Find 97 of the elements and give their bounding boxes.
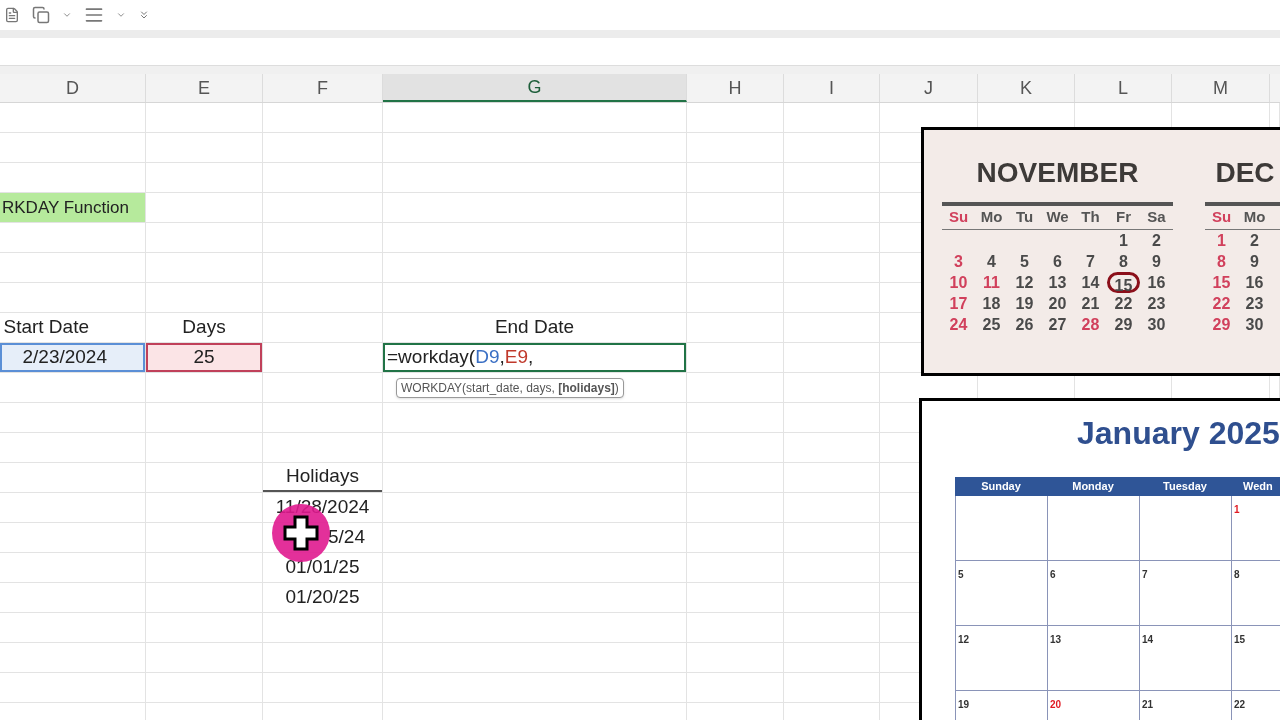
calendar-day: 20 xyxy=(1050,699,1062,710)
calendar-day: 23 xyxy=(1238,292,1271,314)
calendar-day: 15 xyxy=(1234,634,1246,645)
column-header[interactable]: G xyxy=(383,74,687,102)
calendar-day: 27 xyxy=(1041,313,1074,335)
weekday-label: Mo xyxy=(1242,207,1267,227)
date-cell-text: 01/20/25 xyxy=(284,585,361,610)
function-tooltip: WORKDAY(start_date, days, [holidays]) xyxy=(396,378,624,398)
calendar-day: 19 xyxy=(958,699,970,710)
days-cell[interactable]: 25 xyxy=(146,343,262,372)
caret-icon[interactable] xyxy=(116,10,126,20)
calendar-day: 28 xyxy=(1074,313,1107,335)
calendar-day: 12 xyxy=(1008,271,1041,293)
calendar-day: 1 xyxy=(1234,504,1240,515)
column-header[interactable]: D xyxy=(0,74,146,102)
calendar-day: 26 xyxy=(1008,313,1041,335)
weekday-label: We xyxy=(1045,207,1070,227)
calendar-day: 1 xyxy=(1107,229,1140,251)
document-icon[interactable] xyxy=(4,7,20,23)
calendar-day: 9 xyxy=(1238,250,1271,272)
formula-cell[interactable]: =workday(D9,E9, xyxy=(383,343,686,372)
calendar-day: 13 xyxy=(1050,634,1062,645)
calendar-day: 11 xyxy=(975,271,1008,293)
more-icon[interactable] xyxy=(138,9,150,21)
header-text: Days xyxy=(181,315,227,340)
calendar-day: 14 xyxy=(1142,634,1154,645)
calendar-day: 13 xyxy=(1041,271,1074,293)
calendar-day: 29 xyxy=(1205,313,1238,335)
header-text: End Date xyxy=(493,315,576,340)
calendar-day: 14 xyxy=(1074,271,1107,293)
date-cell-text: 11/28/2024 xyxy=(274,495,371,520)
date-cell-text: 5/24 xyxy=(327,525,366,550)
calendar-day: 3 xyxy=(942,250,975,272)
holidays-header: Holidays xyxy=(263,463,382,492)
align-icon[interactable] xyxy=(84,5,104,25)
calendar-day: 23 xyxy=(1140,292,1173,314)
weekday-label: Fr xyxy=(1115,207,1132,227)
title-label: RKDAY Function xyxy=(0,193,145,222)
calendar-day: 15 xyxy=(1205,271,1238,293)
calendar-day: 4 xyxy=(975,250,1008,272)
column-header[interactable]: I xyxy=(784,74,880,102)
calendar-day: 2 xyxy=(1140,229,1173,251)
calendar-day: 8 xyxy=(1107,250,1140,272)
calendar-day: 18 xyxy=(975,292,1008,314)
copy-icon[interactable] xyxy=(32,6,50,24)
calendar-day: 21 xyxy=(1142,699,1154,710)
calendar-day: 1 xyxy=(1205,229,1238,251)
calendar-day: 6 xyxy=(1050,569,1056,580)
calendar-day: 24 xyxy=(942,313,975,335)
calendar-day: 8 xyxy=(1234,569,1240,580)
weekday-header: Wedn xyxy=(1231,477,1280,496)
calendar-day: 2 xyxy=(1238,229,1271,251)
calendar-day: 25 xyxy=(975,313,1008,335)
calendar-day: 20 xyxy=(1041,292,1074,314)
calendar-day: 6 xyxy=(1041,250,1074,272)
calendar-day: 7 xyxy=(1074,250,1107,272)
calendar-day: 7 xyxy=(1142,569,1148,580)
calendar-day: 21 xyxy=(1074,292,1107,314)
start-date-cell[interactable]: 2/23/2024 xyxy=(0,343,145,372)
weekday-header: Tuesday xyxy=(1139,477,1231,496)
calendar-day: 16 xyxy=(1238,271,1271,293)
calendar-day: 5 xyxy=(958,569,964,580)
calendar-day: 30 xyxy=(1238,313,1271,335)
column-header[interactable]: L xyxy=(1075,74,1172,102)
month-title: DEC xyxy=(1214,156,1276,190)
date-cell-text: 01/01/25 xyxy=(284,555,361,580)
column-header[interactable]: E xyxy=(146,74,263,102)
calendar-day: 17 xyxy=(942,292,975,314)
column-header[interactable]: J xyxy=(880,74,978,102)
calendar-day: 19 xyxy=(1008,292,1041,314)
calendar-day: 15 xyxy=(1107,271,1140,293)
calendar-day: 9 xyxy=(1140,250,1173,272)
calendar-day: 22 xyxy=(1205,292,1238,314)
calendar-day: 8 xyxy=(1205,250,1238,272)
caret-icon[interactable] xyxy=(62,10,72,20)
weekday-label: Sa xyxy=(1146,207,1167,227)
weekday-label: Su xyxy=(947,207,970,227)
calendar-day: 22 xyxy=(1107,292,1140,314)
month-title: NOVEMBER xyxy=(975,156,1140,190)
calendar-day: 5 xyxy=(1008,250,1041,272)
calendar-day: 30 xyxy=(1140,313,1173,335)
calendar-day: 10 xyxy=(942,271,975,293)
column-header[interactable]: K xyxy=(978,74,1075,102)
calendar-day: 29 xyxy=(1107,313,1140,335)
weekday-header: Sunday xyxy=(955,477,1047,496)
column-header[interactable]: M xyxy=(1172,74,1270,102)
weekday-label: Th xyxy=(1080,207,1101,227)
month-title: January 2025 xyxy=(1076,414,1280,453)
weekday-label: Mo xyxy=(979,207,1004,227)
header-text: Start Date xyxy=(2,315,90,340)
column-header[interactable]: H xyxy=(687,74,784,102)
weekday-label: Tu xyxy=(1014,207,1035,227)
calendar-day: 22 xyxy=(1234,699,1246,710)
calendar-day: 16 xyxy=(1140,271,1173,293)
calendar-day: 12 xyxy=(958,634,970,645)
weekday-label: Su xyxy=(1210,207,1233,227)
weekday-header: Monday xyxy=(1047,477,1139,496)
